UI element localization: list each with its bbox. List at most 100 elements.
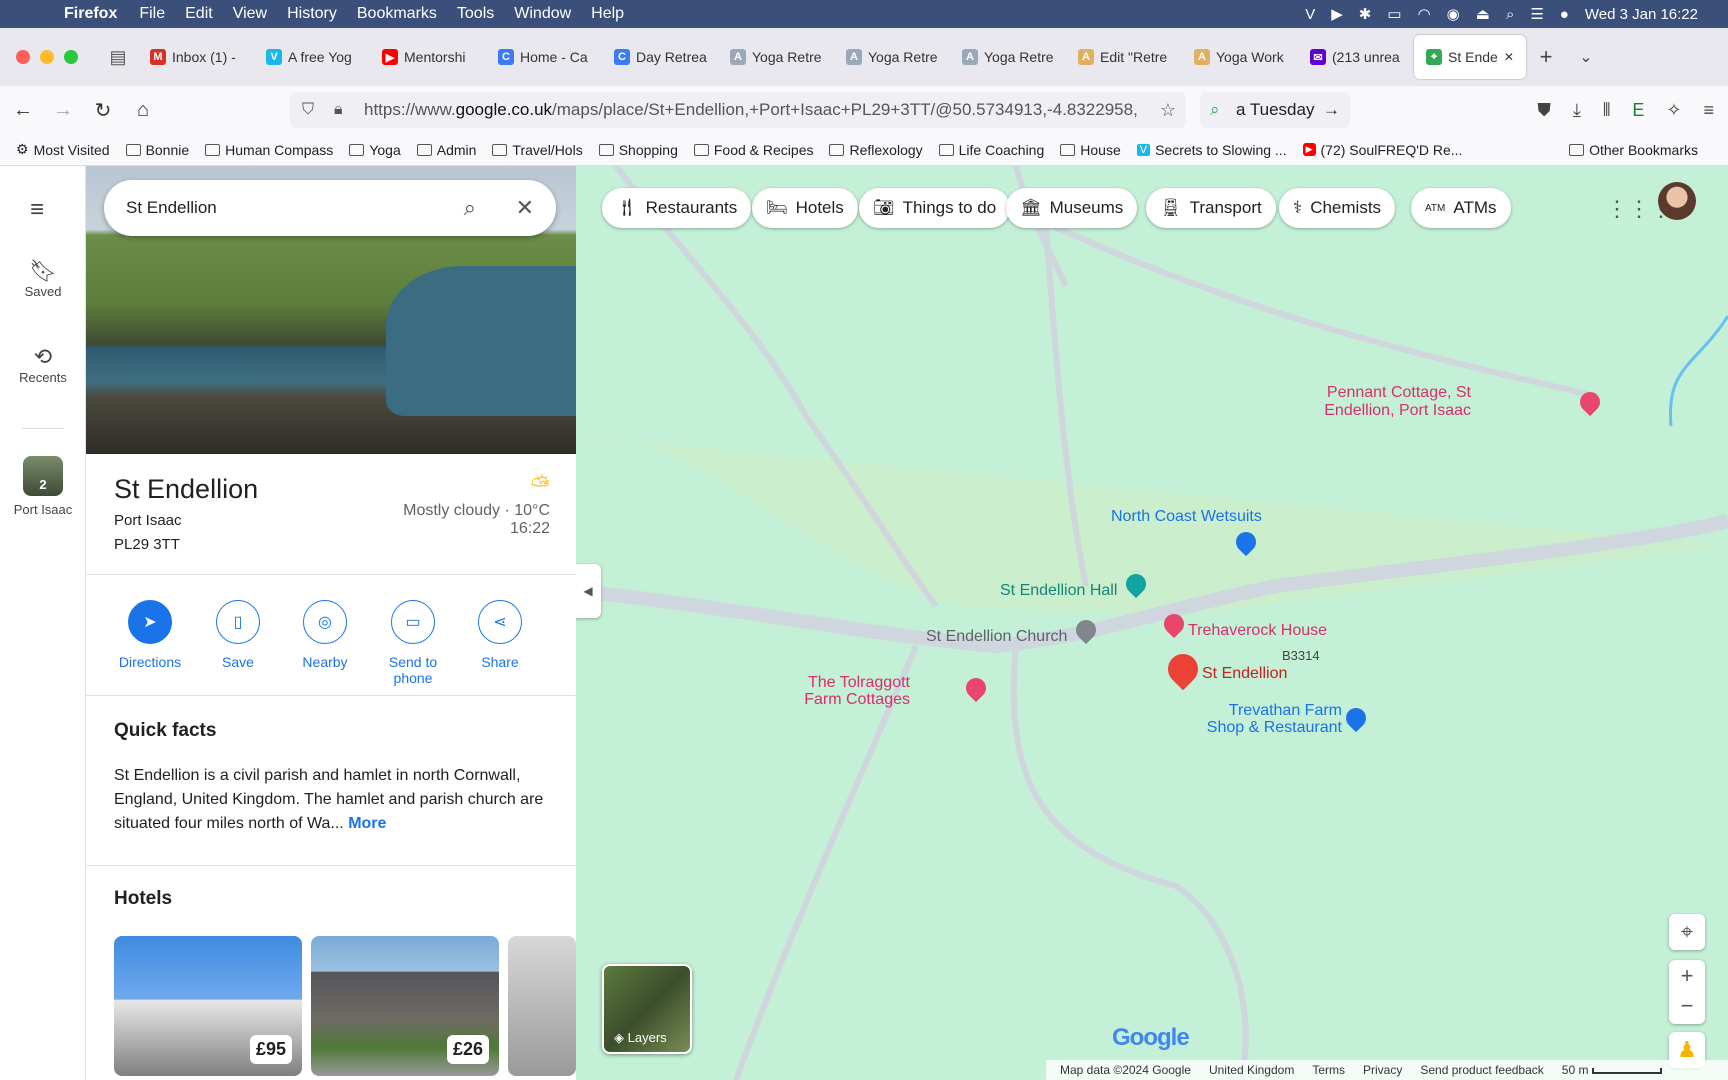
shield-icon[interactable]: ⛉ — [302, 101, 314, 119]
tab-overview-icon[interactable]: ▤ — [98, 47, 138, 68]
url-text[interactable]: https://www.google.co.uk/maps/place/St+E… — [364, 100, 1144, 120]
bookmark-folder-shopping[interactable]: Shopping — [598, 142, 678, 158]
chip-hotels[interactable]: 🛏︎ Hotels — [752, 188, 858, 228]
menu-file[interactable]: File — [139, 5, 165, 23]
avatar[interactable] — [1658, 182, 1696, 220]
nearby-button[interactable]: ◎ Nearby — [280, 600, 370, 670]
close-icon[interactable]: ✕ — [516, 195, 534, 221]
arrow-right-icon[interactable]: → — [1323, 100, 1340, 120]
lock-icon[interactable]: 🔒︎ — [334, 101, 343, 119]
privacy-link[interactable]: Privacy — [1363, 1063, 1402, 1077]
more-link[interactable]: More — [348, 815, 386, 832]
chip-atms[interactable]: ATM ATMs — [1411, 188, 1511, 228]
reload-button[interactable]: ↻ — [86, 98, 120, 123]
bookmark-folder-yoga[interactable]: Yoga — [349, 142, 401, 158]
chip-chemists[interactable]: ⚕ Chemists — [1279, 188, 1396, 228]
extension-search-box[interactable]: ⌕ a Tuesday → — [1200, 92, 1350, 128]
home-button[interactable]: ⌂ — [126, 99, 160, 122]
feedback-link[interactable]: Send product feedback — [1420, 1063, 1543, 1077]
browser-tab[interactable]: A Yoga Work — [1182, 35, 1298, 79]
bookmark-folder-house[interactable]: House — [1060, 142, 1121, 158]
wifi-icon[interactable]: ◠ — [1418, 5, 1431, 23]
chip-things-to-do[interactable]: 📷︎ Things to do — [859, 188, 1011, 228]
browser-tab[interactable]: A Yoga Retre — [718, 35, 834, 79]
close-window-button[interactable] — [16, 50, 30, 64]
browser-tab[interactable]: ▶ Mentorshi — [370, 35, 486, 79]
menu-window[interactable]: Window — [514, 5, 571, 23]
search-input[interactable] — [126, 198, 436, 218]
share-button[interactable]: ⋖ Share — [455, 600, 545, 670]
browser-tab[interactable]: C Home - Ca — [486, 35, 602, 79]
scale-bar[interactable]: 50 m — [1562, 1063, 1662, 1077]
poi-pennant-cottage[interactable]: Pennant Cottage, St Endellion, Port Isaa… — [1291, 384, 1471, 420]
menu-tools[interactable]: Tools — [457, 5, 494, 23]
search-icon[interactable]: ⌕ — [464, 195, 476, 221]
extensions-icon[interactable]: ✧ — [1666, 100, 1681, 121]
chip-restaurants[interactable]: 🍴︎ Restaurants — [602, 188, 752, 228]
bookmark-folder-admin[interactable]: Admin — [416, 142, 476, 158]
downloads-icon[interactable]: ⤓ — [1573, 100, 1581, 121]
bookmark-secrets[interactable]: V Secrets to Slowing ... — [1136, 142, 1287, 158]
bookmark-folder-food[interactable]: Food & Recipes — [693, 142, 813, 158]
evernote-icon[interactable]: E — [1632, 100, 1644, 121]
directions-button[interactable]: ➤ Directions — [105, 600, 195, 670]
vimeo-status-icon[interactable]: V — [1305, 6, 1315, 23]
zoom-in-button[interactable]: + — [1669, 960, 1705, 992]
menu-history[interactable]: History — [287, 5, 337, 23]
poi-trevathan-farm-shop[interactable]: Trevathan Farm Shop & Restaurant — [1172, 702, 1342, 736]
browser-tab[interactable]: ⌖ St Ende ✕ — [1414, 35, 1526, 79]
bookmark-star-icon[interactable]: ☆ — [1160, 100, 1176, 121]
send-to-phone-button[interactable]: ▭ Send to phone — [368, 600, 458, 686]
hotel-card[interactable]: £95 — [114, 936, 302, 1076]
save-button[interactable]: ▯ Save — [193, 600, 283, 670]
chip-museums[interactable]: 🏛︎ Museums — [1006, 188, 1138, 228]
menu-bookmarks[interactable]: Bookmarks — [357, 5, 437, 23]
collapse-panel-button[interactable]: ◀ — [576, 564, 601, 618]
browser-tab[interactable]: V A free Yog — [254, 35, 370, 79]
poi-selected-st-endellion[interactable]: St Endellion — [1202, 665, 1287, 683]
hotel-card[interactable]: £26 — [311, 936, 499, 1076]
browser-tab[interactable]: M Inbox (1) - — [138, 35, 254, 79]
zoom-window-button[interactable] — [64, 50, 78, 64]
menu-edit[interactable]: Edit — [185, 5, 213, 23]
browser-tab[interactable]: C Day Retrea — [602, 35, 718, 79]
layers-button[interactable]: ◈ Layers — [602, 964, 692, 1054]
bookmark-folder-human-compass[interactable]: Human Compass — [205, 142, 333, 158]
browser-tab[interactable]: ✉ (213 unrea — [1298, 35, 1414, 79]
poi-st-endellion-hall[interactable]: St Endellion Hall — [1000, 582, 1117, 600]
bookmark-other[interactable]: Other Bookmarks — [1569, 142, 1698, 158]
bluetooth-icon[interactable]: ✱ — [1359, 5, 1372, 23]
library-icon[interactable]: ⫴ — [1603, 100, 1611, 121]
recent-place-port-isaac[interactable]: 2 Port Isaac — [0, 456, 86, 517]
my-location-button[interactable]: ⌖ — [1669, 914, 1705, 950]
terms-link[interactable]: Terms — [1312, 1063, 1345, 1077]
hotel-card[interactable] — [508, 936, 576, 1076]
country-link[interactable]: United Kingdom — [1209, 1063, 1294, 1077]
new-tab-button[interactable]: + — [1526, 44, 1566, 70]
spotlight-icon[interactable]: ⌕ — [1506, 6, 1514, 23]
pocket-icon[interactable]: ⛊ — [1537, 100, 1551, 121]
user-status-icon[interactable]: ◉ — [1447, 5, 1460, 23]
browser-tab[interactable]: A Edit "Retre — [1066, 35, 1182, 79]
poi-trehaverock-house[interactable]: Trehaverock House — [1188, 622, 1327, 640]
bookmark-folder-reflexology[interactable]: Reflexology — [829, 142, 923, 158]
menu-view[interactable]: View — [233, 5, 267, 23]
siri-icon[interactable]: ● — [1560, 6, 1569, 23]
battery-icon[interactable]: ▭ — [1387, 5, 1401, 23]
menu-help[interactable]: Help — [591, 5, 624, 23]
browser-tab[interactable]: A Yoga Retre — [834, 35, 950, 79]
browser-tab[interactable]: A Yoga Retre — [950, 35, 1066, 79]
minimize-window-button[interactable] — [40, 50, 54, 64]
poi-st-endellion-church[interactable]: St Endellion Church — [926, 628, 1067, 646]
hamburger-menu-icon[interactable]: ≡ — [30, 196, 44, 224]
app-menu[interactable]: Firefox — [64, 5, 117, 23]
poi-north-coast-wetsuits[interactable]: North Coast Wetsuits — [1111, 508, 1262, 526]
bookmark-folder-travel[interactable]: Travel/Hols — [492, 142, 583, 158]
control-center-icon[interactable]: ☰ — [1530, 5, 1543, 23]
chip-transport[interactable]: 🚆︎ Transport — [1146, 188, 1276, 228]
poi-tolraggott-farm-cottages[interactable]: The Tolraggott Farm Cottages — [726, 674, 910, 708]
saved-button[interactable]: 🔖︎ Saved — [0, 258, 86, 299]
zoom-out-button[interactable]: − — [1669, 992, 1705, 1024]
clock[interactable]: Wed 3 Jan 16:22 — [1585, 6, 1698, 23]
recents-button[interactable]: ⟲ Recents — [0, 344, 86, 385]
